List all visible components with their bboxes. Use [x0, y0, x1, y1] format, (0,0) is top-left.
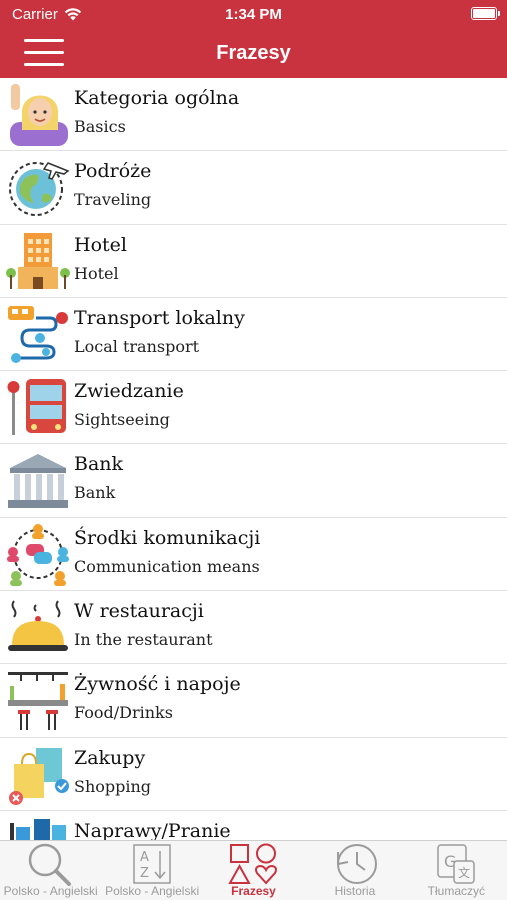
- category-title: Transport lokalny: [74, 306, 245, 329]
- svg-text:Z: Z: [140, 866, 149, 881]
- hamburger-menu-icon[interactable]: [24, 39, 64, 67]
- category-subtitle: Local transport: [74, 336, 200, 356]
- category-title: Żywność i napoje: [74, 673, 241, 696]
- bus-route-icon: [6, 302, 70, 366]
- category-subtitle: Food/Drinks: [74, 703, 173, 723]
- category-subtitle: Traveling: [74, 190, 152, 210]
- tab-label: Polsko - Angielski: [105, 884, 200, 898]
- hotel-building-icon: [6, 229, 70, 293]
- tab-label: Tłumaczyć: [427, 884, 485, 898]
- category-title: Bank: [74, 453, 124, 476]
- category-title: Hotel: [74, 233, 127, 256]
- tab-history[interactable]: Historia: [304, 841, 405, 900]
- tab-label: Historia: [334, 884, 376, 898]
- food-cloche-icon: [6, 595, 70, 659]
- category-title: W restauracji: [74, 600, 204, 623]
- category-item-communication[interactable]: Środki komunikacji Communication means: [0, 518, 507, 592]
- category-subtitle: Bank: [74, 483, 116, 503]
- category-item-basics[interactable]: Kategoria ogólna Basics: [0, 78, 507, 152]
- laundry-icon: [6, 815, 70, 840]
- category-item-repairs[interactable]: Naprawy/Pranie: [0, 811, 507, 840]
- category-title: Zakupy: [74, 746, 146, 769]
- category-item-bank[interactable]: Bank Bank: [0, 444, 507, 518]
- category-subtitle: Shopping: [74, 776, 152, 796]
- category-item-restaurant[interactable]: W restauracji In the restaurant: [0, 591, 507, 665]
- battery-icon: [471, 7, 500, 20]
- bank-building-icon: [6, 448, 70, 512]
- tab-phrases[interactable]: Frazesy: [203, 841, 304, 900]
- sightseeing-bus-icon: [6, 375, 70, 439]
- carrier-label: Carrier: [12, 5, 58, 23]
- tab-dictionary-search[interactable]: Polsko - Angielski: [0, 841, 101, 900]
- category-subtitle: Hotel: [74, 263, 119, 283]
- shopping-bags-icon: [6, 742, 70, 806]
- page-title: Frazesy: [216, 41, 291, 64]
- tab-label: Frazesy: [231, 884, 276, 898]
- category-item-food-drinks[interactable]: Żywność i napoje Food/Drinks: [0, 664, 507, 738]
- tab-dictionary-alphabetical[interactable]: A Z Polsko - Angielski: [101, 841, 202, 900]
- category-subtitle: Communication means: [74, 556, 260, 576]
- tab-translate[interactable]: G 文 Tłumaczyć: [406, 841, 507, 900]
- history-clock-icon: [325, 841, 385, 887]
- shapes-icon: [224, 841, 284, 887]
- bar-counter-icon: [6, 668, 70, 732]
- magnifier-icon: [21, 841, 81, 887]
- sort-az-icon: A Z: [122, 841, 182, 887]
- person-raising-hand-icon: [6, 82, 70, 146]
- tab-label: Polsko - Angielski: [3, 884, 98, 898]
- category-list[interactable]: Kategoria ogólna Basics Podróże Travelin…: [0, 78, 507, 840]
- svg-text:文: 文: [458, 865, 470, 880]
- category-subtitle: In the restaurant: [74, 630, 213, 650]
- status-bar: Carrier 1:34 PM: [0, 0, 507, 28]
- category-title: Podróże: [74, 160, 152, 183]
- category-item-shopping[interactable]: Zakupy Shopping: [0, 738, 507, 811]
- navigation-bar: Frazesy: [0, 28, 507, 78]
- globe-airplane-icon: [6, 155, 70, 219]
- wifi-icon: [64, 7, 82, 20]
- category-item-hotel[interactable]: Hotel Hotel: [0, 225, 507, 298]
- translate-icon: G 文: [426, 841, 486, 887]
- category-item-traveling[interactable]: Podróże Traveling: [0, 151, 507, 225]
- category-subtitle: Basics: [74, 117, 126, 136]
- svg-text:A: A: [140, 850, 149, 865]
- people-chat-icon: [6, 522, 70, 586]
- category-title: Naprawy/Pranie: [74, 819, 231, 840]
- category-title: Środki komunikacji: [74, 526, 261, 549]
- category-item-local-transport[interactable]: Transport lokalny Local transport: [0, 298, 507, 372]
- category-title: Kategoria ogólna: [74, 87, 240, 109]
- category-title: Zwiedzanie: [74, 380, 184, 403]
- tab-bar: Polsko - Angielski A Z Polsko - Angielsk…: [0, 840, 507, 900]
- category-subtitle: Sightseeing: [74, 410, 170, 430]
- category-item-sightseeing[interactable]: Zwiedzanie Sightseeing: [0, 371, 507, 445]
- carrier-info: Carrier: [12, 6, 82, 23]
